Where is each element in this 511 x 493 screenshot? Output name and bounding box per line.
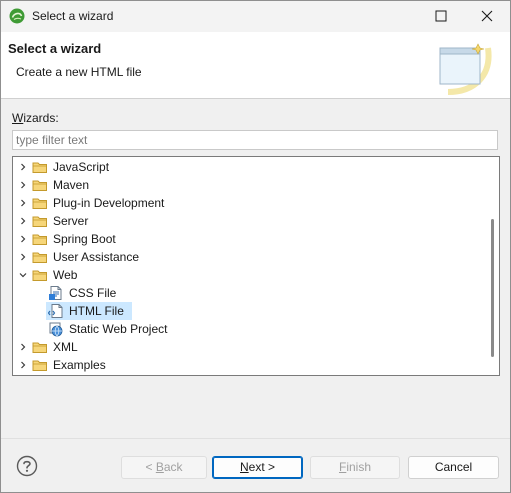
eclipse-app-icon (9, 8, 25, 24)
next-button[interactable]: Next > (212, 456, 303, 479)
folder-icon (32, 180, 47, 191)
tree-item-label: Maven (53, 178, 90, 192)
tree-item-label: XML (53, 340, 78, 354)
tree-item-css-file[interactable]: CSS File (13, 284, 483, 302)
tree-item-javascript[interactable]: JavaScript (13, 158, 483, 176)
folder-icon (32, 198, 47, 209)
help-icon[interactable] (16, 455, 38, 477)
back-button-prefix: < (145, 460, 156, 474)
back-button[interactable]: < Back (121, 456, 207, 479)
tree-item-label: Plug-in Development (53, 196, 165, 210)
tree-item-user-assistance[interactable]: User Assistance (13, 248, 483, 266)
back-button-label: ack (163, 460, 183, 474)
close-icon (481, 10, 493, 22)
folder-icon (32, 270, 47, 281)
wizards-label-mnemonic: W (12, 111, 24, 125)
chevron-down-icon[interactable] (18, 270, 28, 280)
wizard-banner-image (439, 43, 492, 95)
folder-icon (32, 360, 47, 371)
tree-item-maven[interactable]: Maven (13, 176, 483, 194)
chevron-right-icon[interactable] (18, 342, 28, 352)
title-bar[interactable]: Select a wizard (1, 1, 510, 32)
chevron-right-icon[interactable] (18, 180, 28, 190)
tree-item-label: Server (53, 214, 89, 228)
chevron-right-icon[interactable] (18, 216, 28, 226)
next-button-label: ext > (248, 460, 276, 474)
folder-icon (32, 162, 47, 173)
filter-input[interactable] (12, 130, 498, 150)
chevron-right-icon[interactable] (18, 360, 28, 370)
chevron-right-icon[interactable] (18, 198, 28, 208)
wizard-dialog: Select a wizard Select a wizard Create a… (0, 0, 511, 493)
tree-item-label: Web (53, 268, 78, 282)
tree-item-label: CSS File (69, 286, 117, 300)
maximize-icon (435, 10, 447, 22)
tree-item-label: User Assistance (53, 250, 140, 264)
tree-item-label: Spring Boot (53, 232, 116, 246)
maximize-button[interactable] (418, 1, 464, 32)
window-title: Select a wizard (32, 9, 114, 23)
wizard-tree[interactable]: JavaScript Maven Plug-in Development Server… (12, 156, 500, 376)
back-button-mnemonic: B (155, 460, 164, 474)
chevron-right-icon[interactable] (18, 252, 28, 262)
wizard-banner: Select a wizard Create a new HTML file (1, 32, 510, 99)
tree-item-web[interactable]: Web (13, 266, 483, 284)
close-button[interactable] (464, 1, 510, 32)
folder-icon (32, 234, 47, 245)
web-project-icon (49, 322, 63, 337)
tree-scrollbar[interactable] (491, 219, 494, 357)
tree-item-spring-boot[interactable]: Spring Boot (13, 230, 483, 248)
tree-item-plug-in-development[interactable]: Plug-in Development (13, 194, 483, 212)
tree-item-xml[interactable]: XML (13, 338, 483, 356)
folder-icon (32, 252, 47, 263)
tree-item-label: Static Web Project (69, 322, 168, 336)
cancel-button[interactable]: Cancel (408, 456, 499, 479)
tree-item-static-web-project[interactable]: Static Web Project (13, 320, 483, 338)
tree-item-examples[interactable]: Examples (13, 356, 483, 374)
wizards-label-text: izards: (23, 111, 59, 125)
finish-button-label: inish (346, 460, 372, 474)
tree-item-server[interactable]: Server (13, 212, 483, 230)
folder-icon (32, 342, 47, 353)
chevron-right-icon[interactable] (18, 162, 28, 172)
next-button-mnemonic: N (239, 460, 249, 474)
wizards-label: Wizards: (12, 111, 59, 125)
tree-item-label: HTML File (69, 304, 124, 318)
html-file-icon (48, 304, 63, 318)
tree-item-label: JavaScript (53, 160, 110, 174)
banner-message: Create a new HTML file (16, 65, 142, 79)
finish-button[interactable]: Finish (310, 456, 400, 479)
css-file-icon (49, 286, 62, 300)
banner-title: Select a wizard (8, 41, 102, 56)
tree-item-label: Examples (53, 358, 106, 372)
chevron-right-icon[interactable] (18, 234, 28, 244)
tree-item-html-file[interactable]: HTML File (13, 302, 483, 320)
folder-icon (32, 216, 47, 227)
footer-separator (1, 438, 510, 439)
